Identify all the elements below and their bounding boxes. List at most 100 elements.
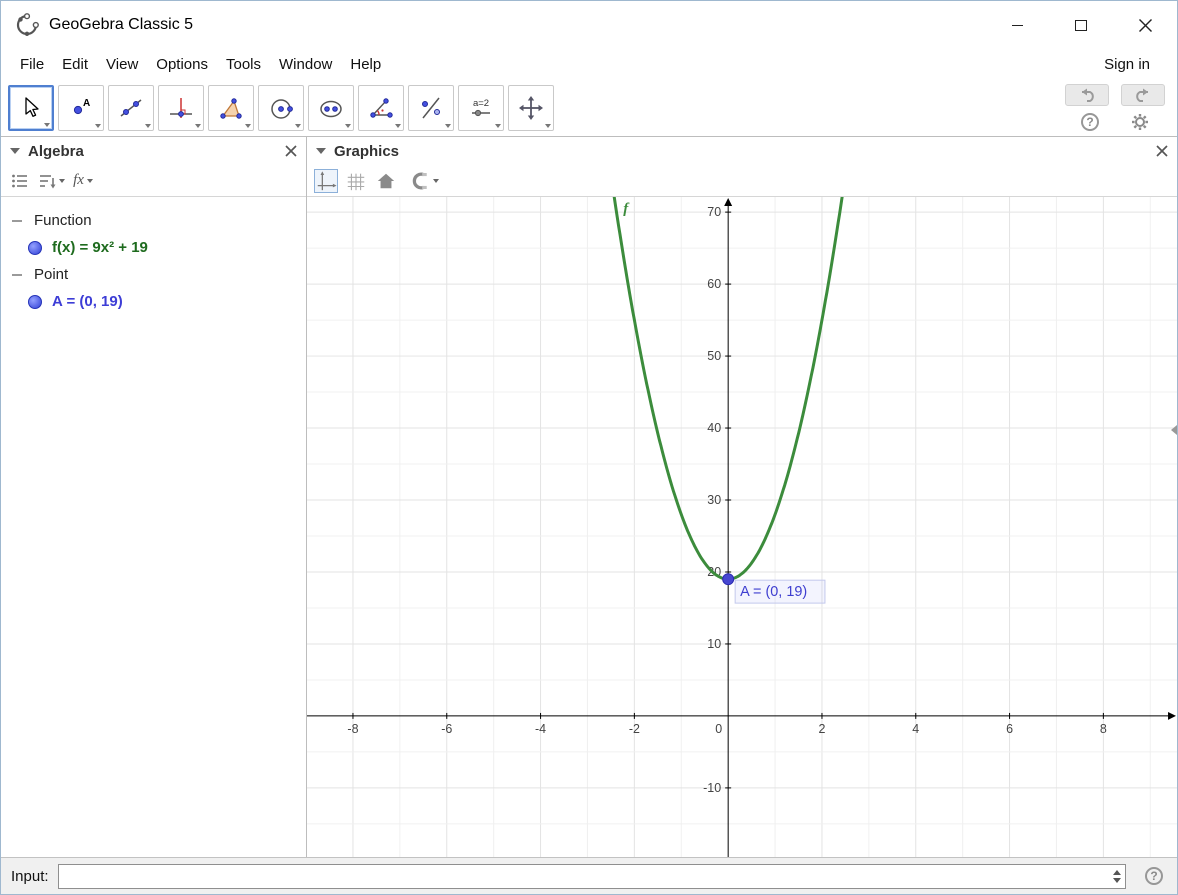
tool-dropdown-icon[interactable] [495, 124, 501, 128]
chevron-down-icon [59, 179, 65, 183]
minimize-button[interactable] [985, 1, 1049, 49]
fx-icon: fx [73, 172, 84, 189]
window-controls [985, 1, 1177, 49]
algebra-item-row: A = (0, 19) [1, 288, 306, 315]
axes-icon [315, 170, 337, 192]
algebra-item-point[interactable]: A = (0, 19) [52, 293, 123, 310]
tool-ellipse[interactable] [308, 85, 354, 131]
toggle-axes-button[interactable] [314, 169, 338, 193]
tool-dropdown-icon[interactable] [345, 124, 351, 128]
maximize-icon [1075, 20, 1087, 31]
group-label-point: Point [34, 266, 68, 283]
menu-edit[interactable]: Edit [53, 53, 97, 76]
algebra-close-button[interactable] [285, 145, 297, 157]
home-view-button[interactable] [374, 169, 398, 193]
ellipse-tool-icon [318, 95, 344, 121]
tool-reflect-about-line[interactable] [408, 85, 454, 131]
svg-text:6: 6 [1006, 722, 1013, 736]
svg-text:40: 40 [707, 421, 721, 435]
graphics-close-button[interactable] [1156, 145, 1168, 157]
tool-angle[interactable] [358, 85, 404, 131]
visibility-marble[interactable] [28, 295, 42, 309]
tool-dropdown-icon[interactable] [95, 124, 101, 128]
tool-dropdown-icon[interactable] [545, 124, 551, 128]
chevron-down-icon [433, 179, 439, 183]
svg-text:70: 70 [707, 205, 721, 219]
tool-dropdown-icon[interactable] [445, 124, 451, 128]
tool-dropdown-icon[interactable] [44, 123, 50, 127]
algebra-header: Algebra [1, 137, 306, 165]
circle-tool-icon [268, 95, 294, 121]
svg-text:-8: -8 [347, 722, 358, 736]
redo-icon [1133, 87, 1153, 103]
close-icon [285, 145, 297, 157]
algebra-title: Algebra [28, 143, 84, 160]
algebra-collapse-icon[interactable] [10, 148, 20, 154]
sort-icon [38, 172, 56, 190]
collapse-panel-arrow-icon[interactable] [1171, 425, 1177, 435]
group-label-function: Function [34, 212, 92, 229]
toolbar-right-controls: ? [1065, 84, 1165, 131]
line-tool-icon [118, 95, 144, 121]
geogebra-logo-icon [15, 13, 39, 37]
svg-text:10: 10 [707, 637, 721, 651]
help-button[interactable]: ? [1081, 113, 1099, 131]
point-capturing-button[interactable] [410, 169, 439, 193]
graphics-collapse-icon[interactable] [316, 148, 326, 154]
collapse-function-icon[interactable] [12, 216, 22, 226]
svg-text:50: 50 [707, 349, 721, 363]
window-title: GeoGebra Classic 5 [49, 16, 193, 34]
sort-objects-button[interactable] [38, 169, 65, 193]
sign-in-link[interactable]: Sign in [1095, 53, 1159, 76]
menu-tools[interactable]: Tools [217, 53, 270, 76]
command-input[interactable] [59, 865, 1125, 888]
close-button[interactable] [1113, 1, 1177, 49]
input-history-spinner[interactable] [1113, 865, 1121, 888]
tool-polygon[interactable] [208, 85, 254, 131]
tool-dropdown-icon[interactable] [145, 124, 151, 128]
auxiliary-objects-button[interactable] [8, 169, 32, 193]
menu-view[interactable]: View [97, 53, 147, 76]
menu-window[interactable]: Window [270, 53, 341, 76]
svg-text:-2: -2 [629, 722, 640, 736]
input-label: Input: [11, 868, 49, 885]
tool-dropdown-icon[interactable] [195, 124, 201, 128]
polygon-tool-icon [218, 95, 244, 121]
tool-move[interactable] [8, 85, 54, 131]
maximize-button[interactable] [1049, 1, 1113, 49]
point-capturing-magnet-icon [410, 170, 430, 192]
menu-help[interactable]: Help [341, 53, 390, 76]
svg-text:4: 4 [912, 722, 919, 736]
menu-options[interactable]: Options [147, 53, 217, 76]
visibility-marble[interactable] [28, 241, 42, 255]
titlebar: GeoGebra Classic 5 [1, 1, 1177, 49]
collapse-point-icon[interactable] [12, 270, 22, 280]
minimize-icon [1012, 25, 1023, 26]
tool-move-graphics-view[interactable] [508, 85, 554, 131]
tool-perpendicular-line[interactable] [158, 85, 204, 131]
tool-line[interactable] [108, 85, 154, 131]
toolbar: A [1, 79, 1177, 137]
point-tool-icon: A [68, 95, 94, 121]
tool-dropdown-icon[interactable] [245, 124, 251, 128]
gear-icon[interactable] [1131, 113, 1149, 131]
input-help-button[interactable]: ? [1145, 867, 1163, 885]
graphics-canvas[interactable]: -8-6-4-20246870605040302010-10fA = (0, 1… [307, 197, 1177, 857]
undo-button[interactable] [1065, 84, 1109, 106]
graphics-view[interactable]: -8-6-4-20246870605040302010-10fA = (0, 1… [307, 197, 1177, 857]
chevron-down-icon [1113, 878, 1121, 883]
chevron-down-icon [87, 179, 93, 183]
toggle-grid-button[interactable] [344, 169, 368, 193]
tool-dropdown-icon[interactable] [395, 124, 401, 128]
slider-tool-icon: a=2 [468, 95, 494, 121]
redo-button[interactable] [1121, 84, 1165, 106]
algebra-panel: Algebra [1, 137, 306, 857]
tool-circle-with-center[interactable] [258, 85, 304, 131]
tool-dropdown-icon[interactable] [295, 124, 301, 128]
tool-point[interactable]: A [58, 85, 104, 131]
algebra-item-function[interactable]: f(x) = 9x² + 19 [52, 239, 148, 256]
app-window: GeoGebra Classic 5 File Edit View Option… [0, 0, 1178, 895]
algebra-style-button[interactable]: fx [71, 169, 95, 193]
menu-file[interactable]: File [11, 53, 53, 76]
tool-slider[interactable]: a=2 [458, 85, 504, 131]
